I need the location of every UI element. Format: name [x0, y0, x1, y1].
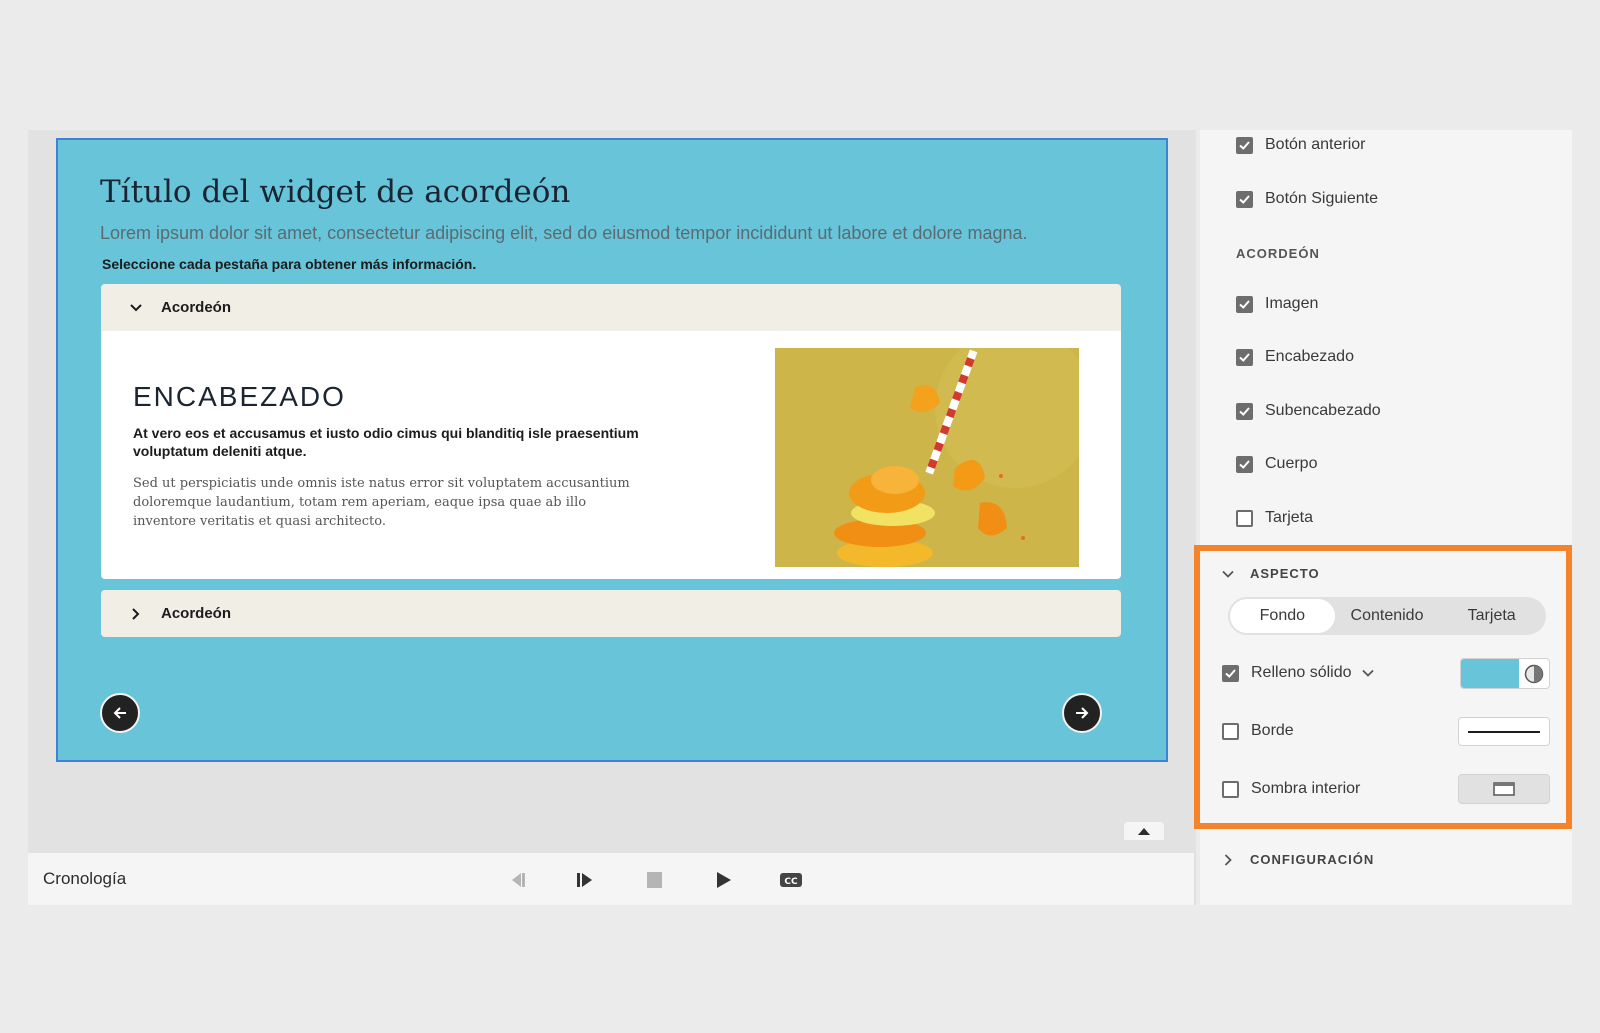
checkbox-checked-icon: [1236, 295, 1253, 313]
checkbox-label: Botón Siguiente: [1265, 190, 1378, 207]
checkbox-unchecked-icon: [1222, 722, 1239, 740]
closed-captions-button[interactable]: CC: [779, 868, 803, 892]
inner-shadow-picker[interactable]: [1458, 774, 1550, 804]
rewind-button[interactable]: [506, 868, 530, 892]
next-button[interactable]: [1062, 693, 1102, 733]
cc-icon: CC: [780, 873, 802, 887]
slide[interactable]: Título del widget de acordeón Lorem ipsu…: [56, 138, 1168, 762]
previous-button[interactable]: [100, 693, 140, 733]
checkbox-unchecked-icon: [1222, 780, 1239, 798]
checkbox-label: Cuerpo: [1265, 455, 1318, 472]
border-line-preview: [1468, 730, 1540, 733]
inner-shadow-checkbox[interactable]: Sombra interior: [1222, 780, 1360, 798]
checkbox-card[interactable]: Tarjeta: [1236, 509, 1313, 527]
tab-fondo[interactable]: Fondo: [1230, 599, 1335, 633]
accordion-tab-2[interactable]: Acordeón: [101, 590, 1121, 637]
accordion-section-label: ACORDEÓN: [1236, 246, 1320, 261]
chevron-right-icon: [1224, 853, 1232, 866]
widget-description: Lorem ipsum dolor sit amet, consectetur …: [100, 223, 1028, 243]
aspect-tabs: Fondo Contenido Tarjeta: [1228, 597, 1546, 635]
arrow-right-icon: [1076, 707, 1089, 719]
inner-shadow-label: Sombra interior: [1251, 780, 1361, 797]
opacity-icon: [1524, 664, 1544, 683]
solid-fill-checkbox[interactable]: Relleno sólido: [1222, 664, 1374, 682]
play-icon: [717, 872, 731, 888]
configuration-section-header[interactable]: CONFIGURACIÓN: [1222, 852, 1374, 867]
accordion-tab-1[interactable]: Acordeón: [101, 284, 1121, 331]
chevron-down-icon: [1222, 570, 1234, 578]
aspect-section-header[interactable]: ASPECTO: [1222, 566, 1320, 581]
checkbox-body[interactable]: Cuerpo: [1236, 455, 1317, 473]
accordion-panel: ENCABEZADO At vero eos et accusamus et i…: [101, 331, 1121, 579]
checkbox-checked-icon: [1222, 664, 1239, 682]
checkbox-checked-icon: [1236, 455, 1253, 473]
tab-contenido[interactable]: Contenido: [1335, 599, 1440, 633]
checkbox-checked-icon: [1236, 136, 1253, 154]
play-button[interactable]: [711, 868, 735, 892]
checkbox-subheading[interactable]: Subencabezado: [1236, 402, 1381, 420]
svg-text:CC: CC: [784, 877, 798, 887]
accordion-tab-label: Acordeón: [161, 299, 232, 316]
chevron-down-icon[interactable]: [1361, 667, 1374, 679]
checkbox-label: Subencabezado: [1265, 402, 1381, 419]
step-forward-icon: [577, 873, 592, 887]
content-body: Sed ut perspiciatis unde omnis iste natu…: [133, 476, 630, 529]
step-forward-button[interactable]: [573, 868, 597, 892]
caret-up-icon: [1138, 828, 1150, 835]
chevron-down-icon: [129, 301, 143, 315]
checkbox-label: Botón anterior: [1265, 136, 1366, 153]
chevron-right-icon: [129, 607, 143, 621]
checkbox-checked-icon: [1236, 348, 1253, 366]
stop-button[interactable]: [642, 868, 666, 892]
content-image[interactable]: [775, 348, 1079, 567]
shadow-preview-icon: [1493, 782, 1515, 796]
timeline-bar: Cronología CC: [28, 853, 1196, 905]
expand-timeline-button[interactable]: [1124, 822, 1164, 840]
app-window: Título del widget de acordeón Lorem ipsu…: [28, 130, 1572, 905]
widget-title: Título del widget de acordeón: [100, 174, 571, 210]
properties-panel: Botón anterior Botón Siguiente ACORDEÓN …: [1194, 130, 1572, 905]
content-subheading: At vero eos et accusamus et iusto odio c…: [133, 425, 639, 459]
checkbox-image[interactable]: Imagen: [1236, 295, 1318, 313]
checkbox-label: Encabezado: [1265, 348, 1354, 365]
checkbox-previous-button[interactable]: Botón anterior: [1236, 136, 1366, 154]
accordion-tab-label: Acordeón: [161, 605, 232, 622]
solid-fill-label: Relleno sólido: [1251, 664, 1352, 681]
checkbox-checked-icon: [1236, 402, 1253, 420]
checkbox-heading[interactable]: Encabezado: [1236, 348, 1354, 366]
checkbox-unchecked-icon: [1236, 509, 1253, 527]
checkbox-label: Tarjeta: [1265, 509, 1314, 526]
checkbox-label: Imagen: [1265, 295, 1319, 312]
timeline-label: Cronología: [43, 869, 127, 888]
stop-icon: [647, 872, 662, 888]
rewind-icon: [512, 873, 525, 887]
border-label: Borde: [1251, 722, 1294, 739]
checkbox-next-button[interactable]: Botón Siguiente: [1236, 190, 1378, 208]
widget-instruction: Seleccione cada pestaña para obtener más…: [102, 256, 477, 272]
fill-color-swatch: [1461, 659, 1519, 688]
border-checkbox[interactable]: Borde: [1222, 722, 1294, 740]
canvas-area: Título del widget de acordeón Lorem ipsu…: [28, 130, 1196, 853]
fill-color-picker[interactable]: [1460, 658, 1550, 689]
content-heading: ENCABEZADO: [133, 381, 346, 412]
arrow-left-icon: [113, 707, 126, 719]
configuration-section-label: CONFIGURACIÓN: [1250, 852, 1375, 867]
checkbox-checked-icon: [1236, 190, 1253, 208]
border-style-picker[interactable]: [1458, 717, 1550, 746]
aspect-section-label: ASPECTO: [1250, 566, 1320, 581]
tab-tarjeta[interactable]: Tarjeta: [1439, 599, 1544, 633]
